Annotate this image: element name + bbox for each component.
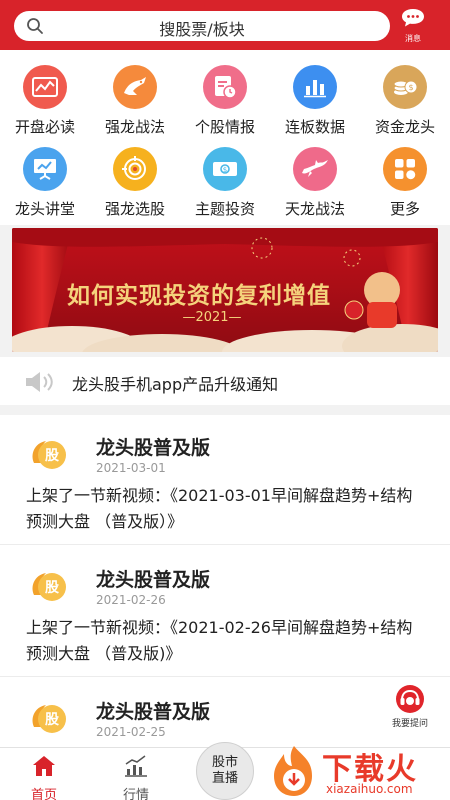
grid-item-jiangtang[interactable]: 龙头讲堂 bbox=[0, 147, 90, 227]
grid-item-gegu[interactable]: 个股情报 bbox=[180, 65, 270, 145]
announcement-bar[interactable]: 龙头股手机app产品升级通知 bbox=[0, 357, 450, 405]
tab-home-label: 首页 bbox=[30, 788, 57, 800]
grid-item-label: 龙头讲堂 bbox=[14, 200, 75, 218]
money-icon: $ bbox=[203, 147, 247, 191]
grid-item-lianban[interactable]: 连板数据 bbox=[270, 65, 360, 145]
tab-market-label: 行情 bbox=[122, 788, 149, 800]
grid-item-xuangu[interactable]: 强龙选股 bbox=[90, 147, 180, 227]
grid-item-label: 个股情报 bbox=[194, 118, 255, 136]
feed-card[interactable]: 股 龙头股普及版 2021-02-26 上架了一节新视频：《2021-02-26… bbox=[0, 547, 450, 677]
dragon-icon bbox=[113, 65, 157, 109]
feature-grid: 开盘必读 强龙战法 个股情报 连板数据 $ 资金龙头 龙头讲堂 强龙选股 $ 主… bbox=[0, 50, 450, 225]
tab-home[interactable]: 首页 bbox=[14, 754, 74, 800]
card-date: 2021-03-01 bbox=[96, 461, 166, 475]
grid-item-label: 开盘必读 bbox=[14, 118, 75, 136]
svg-text:$: $ bbox=[223, 166, 227, 174]
live-broadcast-button[interactable]: 股市直播 bbox=[196, 742, 254, 800]
more-grid-icon bbox=[383, 147, 427, 191]
promo-banner[interactable]: 如何实现投资的复利增值 —2021— bbox=[12, 228, 438, 352]
tab-market[interactable]: 行情 bbox=[106, 754, 166, 800]
banner-title: 如何实现投资的复利增值 bbox=[67, 282, 331, 309]
flying-dragon-icon bbox=[293, 147, 337, 191]
announcement-text: 龙头股手机app产品升级通知 bbox=[72, 375, 279, 394]
card-title: 龙头股普及版 bbox=[96, 701, 211, 723]
card-body: 上架了一节新视频：《2021-03-01早间解盘趋势+结构 预测大盘 （普及版）… bbox=[26, 486, 413, 531]
home-icon bbox=[33, 756, 55, 776]
grid-item-label: 主题投资 bbox=[194, 200, 255, 218]
target-icon bbox=[113, 147, 157, 191]
svg-text:股: 股 bbox=[45, 580, 60, 596]
grid-item-more[interactable]: 更多 bbox=[360, 147, 450, 227]
live-broadcast-label: 股市直播 bbox=[211, 755, 238, 786]
grid-item-zhuti[interactable]: $ 主题投资 bbox=[180, 147, 270, 227]
watermark: 下载火 xiazaihuo.com bbox=[266, 742, 450, 800]
gold-stock-logo-icon: 股 bbox=[32, 573, 66, 601]
chat-bubble-icon bbox=[402, 9, 424, 27]
card-title: 龙头股普及版 bbox=[96, 569, 211, 591]
document-clock-icon bbox=[203, 65, 247, 109]
grid-item-label: 强龙战法 bbox=[104, 118, 165, 136]
bar-chart-icon bbox=[293, 65, 337, 109]
grid-item-label: 强龙选股 bbox=[104, 200, 165, 218]
search-placeholder: 搜股票/板块 bbox=[159, 20, 245, 39]
chart-card-icon bbox=[23, 65, 67, 109]
coins-icon: $ bbox=[383, 65, 427, 109]
grid-item-label: 连板数据 bbox=[284, 118, 345, 136]
feed-card[interactable]: 股 龙头股普及版 2021-03-01 上架了一节新视频：《2021-03-01… bbox=[0, 415, 450, 545]
presentation-icon bbox=[23, 147, 67, 191]
banner-year: —2021— bbox=[182, 310, 242, 325]
flame-logo-icon bbox=[274, 746, 312, 796]
speaker-icon bbox=[26, 372, 53, 392]
grid-item-label: 天龙战法 bbox=[284, 200, 345, 218]
svg-text:股: 股 bbox=[45, 448, 60, 464]
watermark-url: xiazaihuo.com bbox=[326, 782, 413, 796]
search-input[interactable]: 搜股票/板块 bbox=[14, 11, 390, 41]
grid-item-tianlong[interactable]: 天龙战法 bbox=[270, 147, 360, 227]
grid-item-label: 更多 bbox=[389, 200, 420, 218]
grid-item-qianglong[interactable]: 强龙战法 bbox=[90, 65, 180, 145]
market-chart-icon bbox=[125, 755, 147, 777]
top-bar: 搜股票/板块 消息 bbox=[0, 0, 450, 50]
grid-item-label: 资金龙头 bbox=[374, 118, 435, 136]
messages-button[interactable]: 消息 bbox=[398, 8, 428, 44]
ask-question-button[interactable]: 我要提问 bbox=[382, 684, 438, 730]
svg-text:股: 股 bbox=[45, 712, 60, 728]
gold-stock-logo-icon: 股 bbox=[32, 441, 66, 469]
card-title: 龙头股普及版 bbox=[96, 437, 211, 459]
card-body: 上架了一节新视频：《2021-02-26早间解盘趋势+结构 预测大盘 （普及版)… bbox=[26, 618, 413, 663]
card-date: 2021-02-25 bbox=[96, 725, 166, 739]
grid-item-kaipan[interactable]: 开盘必读 bbox=[0, 65, 90, 145]
grid-item-zijin[interactable]: $ 资金龙头 bbox=[360, 65, 450, 145]
ask-label: 我要提问 bbox=[391, 719, 428, 729]
svg-text:$: $ bbox=[408, 83, 413, 92]
card-date: 2021-02-26 bbox=[96, 593, 166, 607]
messages-label: 消息 bbox=[405, 34, 421, 43]
customer-service-icon bbox=[396, 685, 424, 713]
gold-stock-logo-icon: 股 bbox=[32, 705, 66, 733]
